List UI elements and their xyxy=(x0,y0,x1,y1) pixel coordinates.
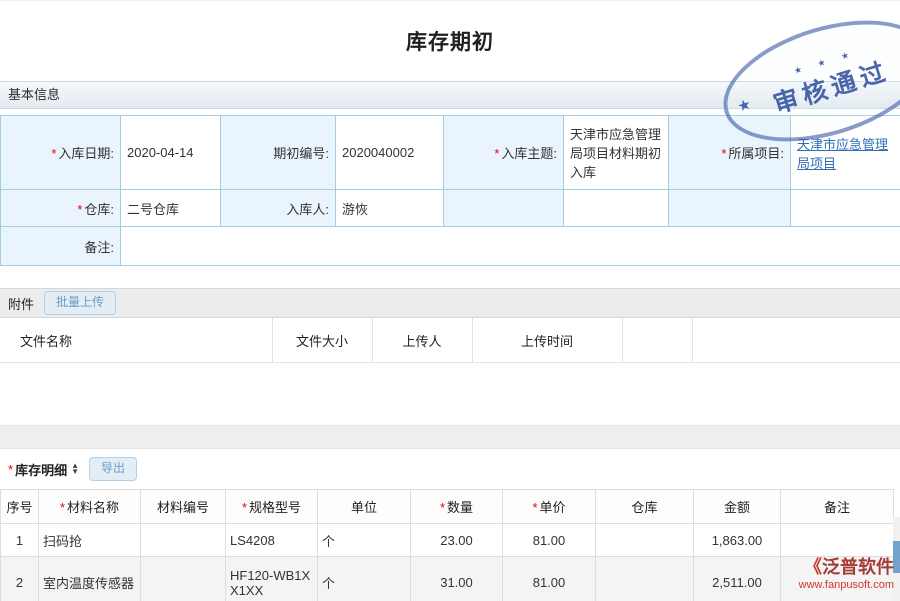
spacer xyxy=(0,425,900,449)
attach-col-filename: 文件名称 xyxy=(0,318,272,363)
vertical-scrollbar[interactable] xyxy=(893,517,900,601)
col-seq: 序号 xyxy=(1,490,39,524)
required-marker: * xyxy=(494,146,499,161)
cell-seq: 2 xyxy=(1,557,39,601)
attach-col-empty xyxy=(622,318,692,363)
cell-warehouse xyxy=(596,524,694,557)
subject-label: *入库主题: xyxy=(444,116,564,190)
details-table: 序号 *材料名称 材料编号 *规格型号 单位 *数量 *单价 仓库 金额 备注 … xyxy=(0,489,894,601)
cell-quantity: 23.00 xyxy=(411,524,503,557)
cell-material-code xyxy=(141,557,226,601)
required-marker: * xyxy=(242,500,247,515)
vendor-watermark: 《泛普软件 www.fanpusoft.com xyxy=(799,556,894,593)
empty-value-cell xyxy=(564,190,669,227)
required-marker: * xyxy=(77,202,82,217)
code-label: 期初编号: xyxy=(221,116,336,190)
details-header-row: 序号 *材料名称 材料编号 *规格型号 单位 *数量 *单价 仓库 金额 备注 xyxy=(1,490,894,524)
attach-col-uploader: 上传人 xyxy=(372,318,472,363)
empty-value-cell xyxy=(791,190,900,227)
project-value-cell: 天津市应急管理局项目 xyxy=(791,116,900,190)
subject-value: 天津市应急管理局项目材料期初入库 xyxy=(564,116,669,190)
title-row: 库存期初 xyxy=(0,1,900,81)
table-row: 2 室内温度传感器 HF120-WB1XX1XX 个 31.00 81.00 2… xyxy=(1,557,894,601)
attach-col-uploadtime: 上传时间 xyxy=(472,318,622,363)
col-amount: 金额 xyxy=(694,490,781,524)
basic-info-table: *入库日期: 2020-04-14 期初编号: 2020040002 *入库主题… xyxy=(0,115,900,266)
basic-info-section-header: 基本信息 xyxy=(0,81,900,109)
vendor-logo-icon: 《 xyxy=(804,557,822,577)
required-marker: * xyxy=(51,146,56,161)
attach-col-filesize: 文件大小 xyxy=(272,318,372,363)
remark-label: 备注: xyxy=(1,227,121,266)
col-material-code: 材料编号 xyxy=(141,490,226,524)
details-section-header: * 库存明细 ▲ ▼ 导出 xyxy=(0,449,900,489)
cell-material-name: 扫码抢 xyxy=(39,524,141,557)
vendor-brand: 泛普软件 xyxy=(822,557,894,577)
cell-quantity: 31.00 xyxy=(411,557,503,601)
empty-label-cell xyxy=(444,190,564,227)
cell-warehouse xyxy=(596,557,694,601)
required-marker: * xyxy=(8,462,13,477)
sort-icon[interactable]: ▲ ▼ xyxy=(71,463,79,475)
empty-label-cell xyxy=(669,190,791,227)
warehouse-value: 二号仓库 xyxy=(121,190,221,227)
required-marker: * xyxy=(60,500,65,515)
inventory-opening-page: 库存期初 ★ ★ ★ 审核通过 ★ ★ 基本信息 *入库日期: 2020-04-… xyxy=(0,0,900,601)
cell-unit: 个 xyxy=(318,557,411,601)
operator-value: 游恢 xyxy=(336,190,444,227)
cell-spec-model: HF120-WB1XX1XX xyxy=(226,557,318,601)
col-quantity: *数量 xyxy=(411,490,503,524)
cell-seq: 1 xyxy=(1,524,39,557)
cell-remark xyxy=(781,524,894,557)
col-spec-model: *规格型号 xyxy=(226,490,318,524)
date-value: 2020-04-14 xyxy=(121,116,221,190)
operator-label: 入库人: xyxy=(221,190,336,227)
sort-down-icon: ▼ xyxy=(71,469,79,475)
attachments-empty-list xyxy=(0,363,900,425)
attachments-table: 文件名称 文件大小 上传人 上传时间 xyxy=(0,318,900,363)
scrollbar-thumb[interactable] xyxy=(893,541,900,573)
remark-value xyxy=(121,227,900,266)
cell-material-code xyxy=(141,524,226,557)
attach-col-empty xyxy=(692,318,900,363)
project-label: *所属项目: xyxy=(669,116,791,190)
cell-amount: 2,511.00 xyxy=(694,557,781,601)
warehouse-label: *仓库: xyxy=(1,190,121,227)
attachments-section-title: 附件 xyxy=(8,294,34,313)
details-section-title: 库存明细 xyxy=(15,460,67,479)
attachments-section-header: 附件 批量上传 xyxy=(0,288,900,318)
col-material-name: *材料名称 xyxy=(39,490,141,524)
required-marker: * xyxy=(440,500,445,515)
cell-unit-price: 81.00 xyxy=(503,524,596,557)
required-marker: * xyxy=(721,146,726,161)
col-unit: 单位 xyxy=(318,490,411,524)
cell-amount: 1,863.00 xyxy=(694,524,781,557)
col-remark: 备注 xyxy=(781,490,894,524)
cell-material-name: 室内温度传感器 xyxy=(39,557,141,601)
vendor-url: www.fanpusoft.com xyxy=(799,579,894,593)
project-link[interactable]: 天津市应急管理局项目 xyxy=(797,137,888,171)
cell-unit-price: 81.00 xyxy=(503,557,596,601)
col-unit-price: *单价 xyxy=(503,490,596,524)
date-label: *入库日期: xyxy=(1,116,121,190)
required-marker: * xyxy=(532,500,537,515)
col-warehouse: 仓库 xyxy=(596,490,694,524)
cell-spec-model: LS4208 xyxy=(226,524,318,557)
export-button[interactable]: 导出 xyxy=(89,457,137,481)
code-value: 2020040002 xyxy=(336,116,444,190)
batch-upload-button[interactable]: 批量上传 xyxy=(44,291,116,315)
page-title: 库存期初 xyxy=(406,26,494,56)
table-row: 1 扫码抢 LS4208 个 23.00 81.00 1,863.00 xyxy=(1,524,894,557)
spacer xyxy=(0,266,900,288)
cell-unit: 个 xyxy=(318,524,411,557)
